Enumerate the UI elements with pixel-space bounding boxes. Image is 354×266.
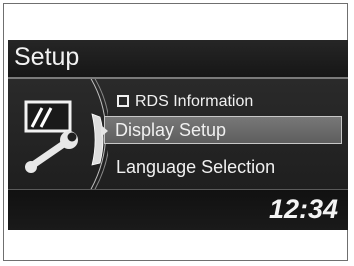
display-setup-label: Display Setup	[115, 120, 227, 140]
clock-display: 12:34	[268, 194, 338, 224]
wrench-icon	[25, 131, 78, 173]
status-bar: 12:34	[8, 189, 348, 230]
menu-area: RDS Information Display Setup Language S…	[8, 79, 348, 189]
language-selection-label: Language Selection	[116, 157, 276, 177]
setup-screen: Setup RDS Information Display Setup Lang…	[8, 40, 348, 230]
setup-graphic	[24, 79, 108, 189]
title-bar: Setup	[8, 40, 348, 79]
checkbox-icon[interactable]	[117, 95, 129, 107]
dial-highlight	[91, 113, 104, 166]
selection-arrow-icon	[101, 125, 108, 137]
display-setup-option[interactable]: Display Setup	[101, 116, 342, 144]
rds-information-label: RDS Information	[135, 93, 254, 110]
language-selection-option[interactable]: Language Selection	[116, 157, 275, 178]
rds-information-option[interactable]: RDS Information	[117, 93, 253, 111]
screen-title: Setup	[14, 43, 80, 71]
